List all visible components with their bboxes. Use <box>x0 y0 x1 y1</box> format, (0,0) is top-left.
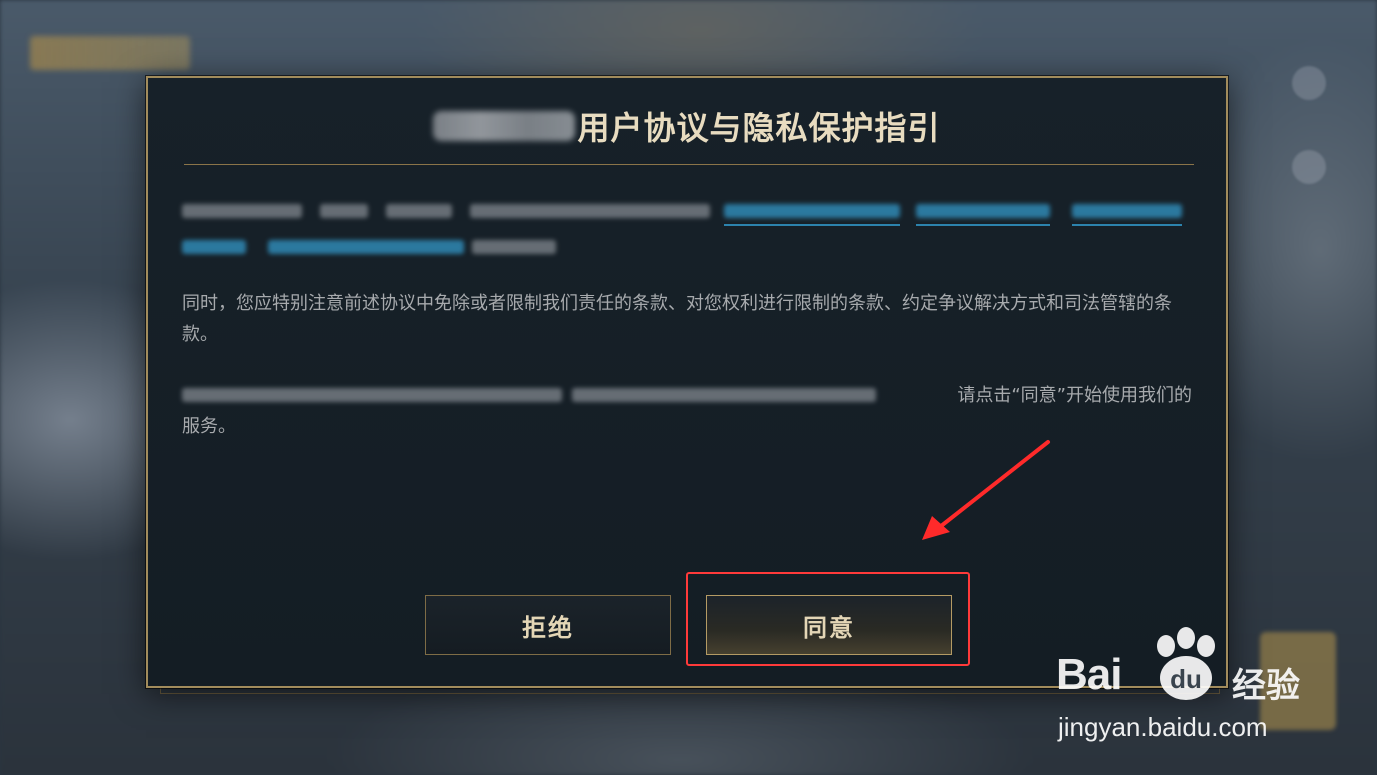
baidu-paw-icon: du <box>1157 627 1215 700</box>
game-logo <box>30 36 190 70</box>
redacted-link[interactable] <box>1072 204 1182 218</box>
redacted-text <box>470 204 710 218</box>
redacted-link[interactable] <box>916 204 1050 218</box>
redacted-text <box>182 388 562 402</box>
background-icon <box>1292 66 1326 100</box>
paragraph-3: 请点击“同意”开始使用我们的 服务。 <box>182 380 1194 442</box>
link-underline <box>1072 224 1182 226</box>
refuse-button[interactable]: 拒绝 <box>425 595 671 655</box>
jingyan-text: 经验 <box>1232 666 1300 706</box>
baidu-brand-text: Bai <box>1056 650 1122 699</box>
link-underline <box>724 224 900 226</box>
link-underline <box>916 224 1050 226</box>
paragraph-1-redacted <box>182 198 1194 260</box>
paragraph-2-text: 同时，您应特别注意前述协议中免除或者限制我们责任的条款、对您权利进行限制的条款、… <box>182 293 1172 345</box>
title-divider <box>184 164 1194 165</box>
red-arrow-icon <box>922 440 1050 540</box>
redacted-game-name <box>433 111 576 141</box>
agree-highlight-annotation <box>686 572 970 666</box>
watermark-url: jingyan.baidu.com <box>1058 712 1268 742</box>
redacted-link[interactable] <box>268 240 464 254</box>
dialog-title-text: 用户协议与隐私保护指引 <box>577 109 941 147</box>
dialog-title: 用户协议与隐私保护指引 <box>148 100 1226 152</box>
redacted-link[interactable] <box>182 240 246 254</box>
redacted-text <box>386 204 452 218</box>
redacted-text <box>182 204 302 218</box>
paw-text: du <box>1170 664 1202 694</box>
redacted-link[interactable] <box>724 204 900 218</box>
background-icon <box>1292 150 1326 184</box>
redacted-text <box>472 240 556 254</box>
paragraph-3-text: 请点击“同意”开始使用我们的 <box>957 385 1192 406</box>
redacted-text <box>320 204 368 218</box>
redacted-text <box>572 388 876 402</box>
baidu-jingyan-watermark: du Bai 经验 jingyan.baidu.com <box>1056 620 1316 746</box>
paragraph-2: 同时，您应特别注意前述协议中免除或者限制我们责任的条款、对您权利进行限制的条款、… <box>182 288 1194 350</box>
